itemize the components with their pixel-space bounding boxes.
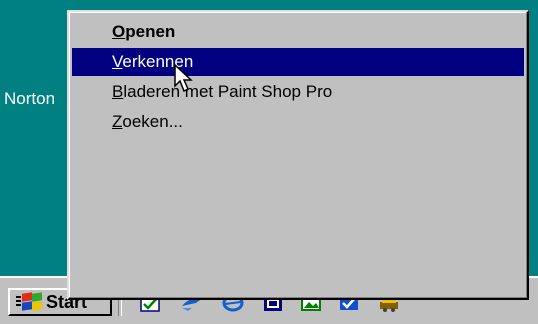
windows-logo-icon: [16, 292, 42, 312]
menu-item-openen[interactable]: Openen: [72, 18, 524, 46]
menu-item-verkennen[interactable]: Verkennen: [72, 48, 524, 76]
menu-item-bladeren-paint-shop-pro[interactable]: Bladeren met Paint Shop Pro: [72, 78, 524, 106]
desktop-icon-label[interactable]: Norton: [4, 89, 55, 109]
mouse-cursor-icon: [174, 64, 193, 93]
context-menu: Openen Verkennen Bladeren met Paint Shop…: [67, 10, 529, 300]
menu-item-zoeken[interactable]: Zoeken...: [72, 108, 524, 136]
